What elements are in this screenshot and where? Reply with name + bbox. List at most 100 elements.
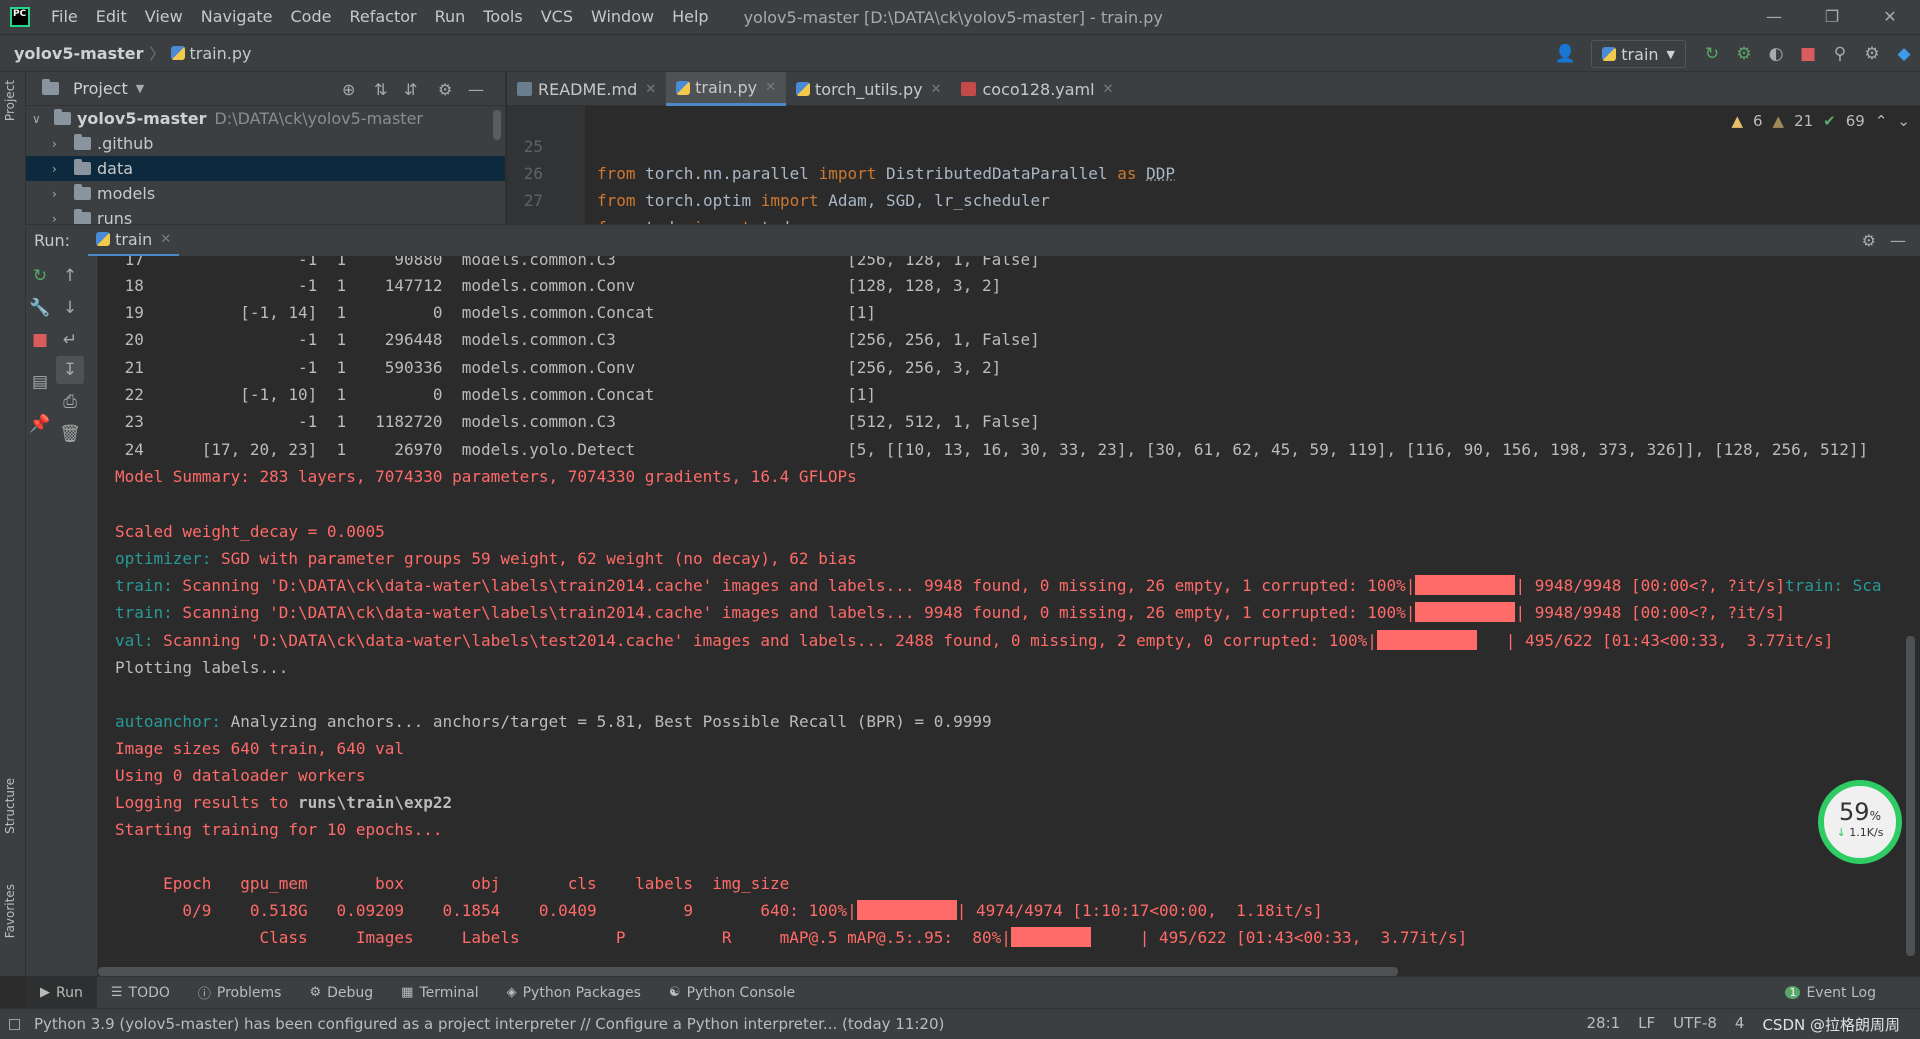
close-tab-icon[interactable]: ✕ <box>160 232 171 247</box>
menu-edit[interactable]: Edit <box>87 0 136 34</box>
code-line: 25 from torch.nn.parallel import Distrib… <box>507 106 1175 183</box>
yaml-file-icon <box>961 82 977 96</box>
progress-bar <box>1415 602 1516 622</box>
chevron-right-icon: › <box>52 211 57 225</box>
rerun-icon[interactable]: ↻ <box>26 262 54 290</box>
chevron-down-icon[interactable]: ⌄ <box>1897 112 1910 130</box>
collapse-all-icon[interactable]: ⇵ <box>404 80 417 99</box>
breadcrumb-file[interactable]: train.py <box>190 44 252 63</box>
scroll-to-end-icon[interactable]: ↧ <box>56 356 84 384</box>
gear-icon[interactable]: ⚙ <box>1862 231 1876 250</box>
line-number: 27 <box>523 191 543 210</box>
menu-window[interactable]: Window <box>582 0 663 34</box>
tree-item-label: data <box>97 159 134 178</box>
console-line: Logging results to runs\train\exp22 <box>115 793 453 812</box>
project-panel-title[interactable]: Project <box>73 79 128 98</box>
arrow-down-icon[interactable]: ↓ <box>56 294 84 322</box>
layout-icon[interactable]: ▤ <box>26 368 54 396</box>
console-output[interactable]: 17 -1 1 90880 models.common.C3 [256, 128… <box>98 256 1920 976</box>
layout-toggle-icon[interactable]: □ <box>8 1016 21 1032</box>
arrow-down-icon: ↓ <box>1836 826 1846 839</box>
stop-icon[interactable]: ■ <box>26 326 54 354</box>
menu-view[interactable]: View <box>136 0 192 34</box>
console-horizontal-scrollbar[interactable] <box>98 967 1398 976</box>
line-separator[interactable]: LF <box>1638 1014 1655 1035</box>
network-speed-widget[interactable]: 59% ↓ 1.1K/s <box>1818 780 1902 864</box>
tab-label: Terminal <box>419 984 479 1001</box>
tab-todo[interactable]: ☰ TODO <box>97 977 184 1009</box>
rerun-icon[interactable]: ↻ <box>1696 35 1728 73</box>
console-scrollbar[interactable] <box>1906 636 1915 956</box>
code-editor[interactable]: 25 from torch.nn.parallel import Distrib… <box>507 106 1920 224</box>
hide-panel-icon[interactable]: — <box>1890 231 1906 250</box>
tab-event-log[interactable]: 1 Event Log <box>1771 977 1890 1009</box>
wrench-icon[interactable]: 🔧 <box>26 294 54 322</box>
minimize-icon[interactable]: — <box>1750 0 1798 34</box>
tab-problems[interactable]: ⓘ Problems <box>184 977 296 1009</box>
tab-coco128-yaml[interactable]: coco128.yaml ✕ <box>951 72 1123 106</box>
tab-run[interactable]: ▶ Run <box>26 976 97 1009</box>
locate-icon[interactable]: ⊕ <box>342 80 355 99</box>
tab-python-packages[interactable]: ◈ Python Packages <box>493 977 655 1009</box>
tab-train-py[interactable]: train.py ✕ <box>666 72 786 106</box>
pin-icon[interactable]: 📌 <box>26 410 54 438</box>
left-tool-strip: Project Structure Favorites <box>0 72 26 976</box>
menu-refactor[interactable]: Refactor <box>340 0 425 34</box>
menu-vcs[interactable]: VCS <box>532 0 582 34</box>
tab-torch-utils[interactable]: torch_utils.py ✕ <box>786 72 951 106</box>
tab-label: Run <box>56 984 83 1001</box>
close-tab-icon[interactable]: ✕ <box>765 80 776 95</box>
expand-all-icon[interactable]: ⇅ <box>374 80 387 99</box>
hide-panel-icon[interactable]: — <box>468 80 484 99</box>
tree-item-data[interactable]: › data <box>26 156 505 181</box>
project-scrollbar[interactable] <box>493 110 501 140</box>
status-message[interactable]: Python 3.9 (yolov5-master) has been conf… <box>34 1015 944 1033</box>
console-line: 20 -1 1 296448 models.common.C3 [256, 25… <box>115 330 1040 349</box>
editor-tab-bar: README.md ✕ train.py ✕ torch_utils.py ✕ … <box>507 72 1920 106</box>
tree-item-models[interactable]: › models <box>26 181 505 206</box>
close-tab-icon[interactable]: ✕ <box>1103 82 1114 97</box>
close-tab-icon[interactable]: ✕ <box>931 82 942 97</box>
project-tool-tab[interactable]: Project <box>3 80 17 121</box>
structure-tool-tab[interactable]: Structure <box>3 778 17 834</box>
tree-item-github[interactable]: › .github <box>26 131 505 156</box>
run-tab-train[interactable]: train ✕ <box>88 225 180 257</box>
settings-icon[interactable]: ⚙ <box>1856 35 1888 73</box>
menu-run[interactable]: Run <box>426 0 475 34</box>
coverage-icon[interactable]: ◐ <box>1760 35 1792 73</box>
menu-tools[interactable]: Tools <box>474 0 531 34</box>
debug-icon[interactable]: ⚙ <box>1728 35 1760 73</box>
menu-file[interactable]: File <box>42 0 87 34</box>
tree-item-runs[interactable]: › runs <box>26 206 505 224</box>
search-icon[interactable]: ⚲ <box>1824 35 1856 73</box>
menu-help[interactable]: Help <box>663 0 717 34</box>
chevron-down-icon[interactable]: ▼ <box>136 82 144 95</box>
update-icon[interactable]: ◆ <box>1888 35 1920 73</box>
favorites-tool-tab[interactable]: Favorites <box>3 884 17 938</box>
close-tab-icon[interactable]: ✕ <box>645 82 656 97</box>
tab-label: TODO <box>128 984 170 1001</box>
run-config-selector[interactable]: train ▼ <box>1591 40 1686 68</box>
user-icon[interactable]: 👤 <box>1549 35 1581 73</box>
chevron-up-icon[interactable]: ⌃ <box>1875 112 1888 130</box>
menu-code[interactable]: Code <box>282 0 341 34</box>
menu-navigate[interactable]: Navigate <box>192 0 282 34</box>
close-icon[interactable]: ✕ <box>1866 0 1914 34</box>
tree-root[interactable]: ∨ yolov5-master D:\DATA\ck\yolov5-master <box>26 106 505 131</box>
soft-wrap-icon[interactable]: ↵ <box>56 326 84 354</box>
print-icon[interactable]: ⎙ <box>56 388 84 416</box>
tab-debug[interactable]: ⚙ Debug <box>295 977 387 1009</box>
stop-icon[interactable]: ■ <box>1792 35 1824 73</box>
inspection-status[interactable]: ▲ 6 ▲ 21 ✔ 69 ⌃ ⌄ <box>1731 112 1910 130</box>
tab-terminal[interactable]: ▦ Terminal <box>387 977 492 1009</box>
file-encoding[interactable]: UTF-8 <box>1673 1014 1717 1035</box>
restore-icon[interactable]: ❐ <box>1808 0 1856 34</box>
tab-python-console[interactable]: ☯ Python Console <box>655 977 809 1009</box>
trash-icon[interactable]: 🗑 <box>56 420 84 448</box>
cursor-position[interactable]: 28:1 <box>1586 1014 1620 1035</box>
tab-readme[interactable]: README.md ✕ <box>507 72 666 106</box>
arrow-up-icon[interactable]: ↑ <box>56 262 84 290</box>
indent-setting[interactable]: 4 <box>1735 1014 1745 1035</box>
breadcrumb-project[interactable]: yolov5-master <box>14 44 143 63</box>
gear-icon[interactable]: ⚙ <box>438 80 452 99</box>
